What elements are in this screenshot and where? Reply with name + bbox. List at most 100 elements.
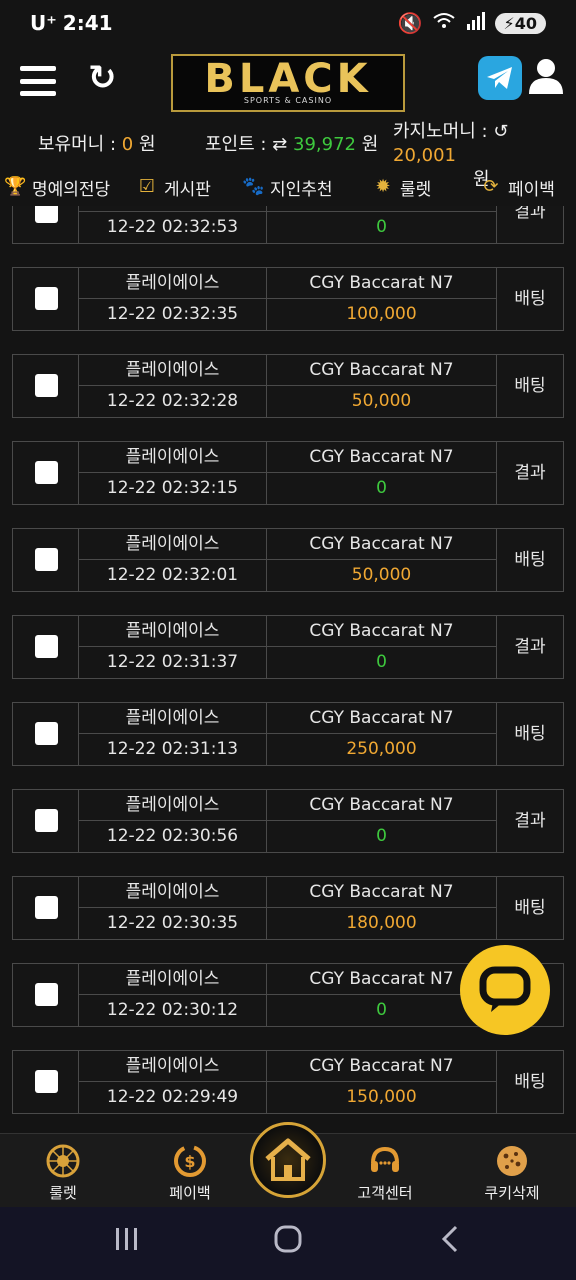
clock: 2:41 <box>62 11 113 35</box>
game-name: CGY Baccarat N7 <box>267 442 497 473</box>
menu-label: 페이백 <box>508 179 555 200</box>
bottom-nav-support[interactable]: 고객센터 <box>335 1142 435 1203</box>
game-name: CGY Baccarat N7 <box>267 616 497 647</box>
exchange-icon[interactable]: ⇄ <box>272 134 287 155</box>
bet-status: 결과 <box>514 637 546 657</box>
bet-amount: 100,000 <box>267 299 497 330</box>
provider-name: 플레이에이스 <box>79 964 267 995</box>
reload-icon[interactable]: ↺ <box>493 121 508 142</box>
row-checkbox[interactable] <box>35 809 58 832</box>
bet-time: 12-22 02:30:35 <box>79 908 267 939</box>
bet-amount: 50,000 <box>267 386 497 417</box>
home-system-icon[interactable] <box>274 1225 302 1261</box>
bet-amount: 0 <box>267 212 497 243</box>
trophy-icon: 🏆 <box>4 176 27 197</box>
checkbox-cell <box>13 703 79 765</box>
bottom-nav-payback[interactable]: $ 페이백 <box>140 1142 240 1203</box>
bet-status: 배팅 <box>514 289 546 309</box>
points: 포인트 : ⇄ 39,972 원 <box>205 130 378 156</box>
bottom-nav-label: 쿠키삭제 <box>484 1184 540 1202</box>
checkbox-icon: ☑ <box>138 176 156 197</box>
cookie-icon <box>493 1142 531 1180</box>
checkbox-cell <box>13 442 79 504</box>
row-checkbox[interactable] <box>35 635 58 658</box>
page: U⁺ 2:41 🔇 ⚡40 ↻ BLACK SPORTS & CASINO 보유… <box>0 0 576 1280</box>
recent-apps-icon[interactable] <box>114 1225 140 1260</box>
menu-item-board[interactable]: ☑ 게시판 <box>136 175 211 200</box>
point-label: 포인트 : <box>205 134 267 155</box>
chat-bubble-icon <box>479 966 531 1012</box>
bet-amount: 0 <box>267 473 497 504</box>
bet-status: 배팅 <box>514 724 546 744</box>
game-name: CGY Baccarat N7 <box>267 355 497 386</box>
game-name: CGY Baccarat N7 <box>267 790 497 821</box>
bet-time: 12-22 02:32:28 <box>79 386 267 417</box>
row-checkbox[interactable] <box>35 548 58 571</box>
chat-button[interactable] <box>460 945 550 1035</box>
checkbox-cell <box>13 790 79 852</box>
checkbox-cell <box>13 616 79 678</box>
holding-money: 보유머니 : 0 원 <box>38 130 156 156</box>
menu-label: 지인추천 <box>270 179 333 200</box>
telegram-icon[interactable] <box>478 56 522 100</box>
roulette-icon: ✹ <box>375 176 391 197</box>
menu-label: 명예의전당 <box>32 179 111 200</box>
bet-row: 플레이에이스 12-22 02:32:35 CGY Baccarat N7 100,0… <box>12 267 564 331</box>
bottom-nav-label: 페이백 <box>169 1184 211 1202</box>
row-checkbox[interactable] <box>35 983 58 1006</box>
paw-icon: 🐾 <box>242 176 265 197</box>
holding-value: 0 <box>121 134 134 155</box>
svg-text:$: $ <box>184 1152 195 1171</box>
signal-icon <box>465 11 485 35</box>
provider-name: 플레이에이스 <box>79 268 267 299</box>
bottom-nav-roulette[interactable]: 룰렛 <box>13 1142 113 1203</box>
logo[interactable]: BLACK SPORTS & CASINO <box>171 54 405 112</box>
checkbox-cell <box>13 206 79 243</box>
row-checkbox[interactable] <box>35 374 58 397</box>
checkbox-cell <box>13 268 79 330</box>
bet-row: 플레이에이스 12-22 02:32:01 CGY Baccarat N7 50,00… <box>12 528 564 592</box>
user-icon[interactable] <box>526 56 566 96</box>
bottom-nav-clear-cookies[interactable]: 쿠키삭제 <box>462 1142 562 1203</box>
bet-status: 결과 <box>514 811 546 831</box>
bottom-nav-label: 룰렛 <box>49 1184 77 1202</box>
row-checkbox[interactable] <box>35 1070 58 1093</box>
bet-time: 12-22 02:31:13 <box>79 734 267 765</box>
logo-text: BLACK <box>204 56 372 102</box>
holding-unit: 원 <box>138 134 156 155</box>
refresh-icon[interactable]: ↻ <box>88 60 124 96</box>
provider-name: 플레이에이스 <box>79 442 267 473</box>
bet-amount: 250,000 <box>267 734 497 765</box>
row-checkbox[interactable] <box>35 461 58 484</box>
game-name: CGY Baccarat N7 <box>267 877 497 908</box>
menu-item-referral[interactable]: 🐾 지인추천 <box>242 175 333 200</box>
row-checkbox[interactable] <box>35 896 58 919</box>
checkbox-cell <box>13 529 79 591</box>
status-bar: U⁺ 2:41 🔇 ⚡40 <box>0 0 576 46</box>
bet-amount: 150,000 <box>267 1082 497 1113</box>
bet-time: 12-22 02:30:56 <box>79 821 267 852</box>
bet-status: 결과 <box>514 463 546 483</box>
bet-time: 12-22 02:32:01 <box>79 560 267 591</box>
bet-time: 12-22 02:32:15 <box>79 473 267 504</box>
point-unit: 원 <box>361 134 379 155</box>
bet-status: 결과 <box>514 206 546 222</box>
balance-bar: 보유머니 : 0 원 포인트 : ⇄ 39,972 원 카지노머니 : ↺ 20… <box>0 118 576 190</box>
row-checkbox[interactable] <box>35 206 58 223</box>
game-name: CGY Baccarat N7 <box>267 1051 497 1082</box>
menu-item-hall-of-fame[interactable]: 🏆 명예의전당 <box>4 175 110 200</box>
menu-item-payback[interactable]: ⟳ 페이백 <box>480 175 555 200</box>
menu-item-roulette[interactable]: ✹ 룰렛 <box>372 175 431 200</box>
checkbox-cell <box>13 1051 79 1113</box>
casino-label: 카지노머니 : <box>393 121 488 142</box>
bet-time: 12-22 02:30:12 <box>79 995 267 1026</box>
game-name: CGY Baccarat N7 <box>267 529 497 560</box>
row-checkbox[interactable] <box>35 722 58 745</box>
bet-amount: 50,000 <box>267 560 497 591</box>
menu-icon[interactable] <box>20 66 56 96</box>
provider-name: 플레이에이스 <box>79 790 267 821</box>
back-icon[interactable] <box>440 1225 460 1261</box>
home-button[interactable] <box>250 1122 326 1198</box>
row-checkbox[interactable] <box>35 287 58 310</box>
casino-value: 20,001 <box>393 145 456 166</box>
